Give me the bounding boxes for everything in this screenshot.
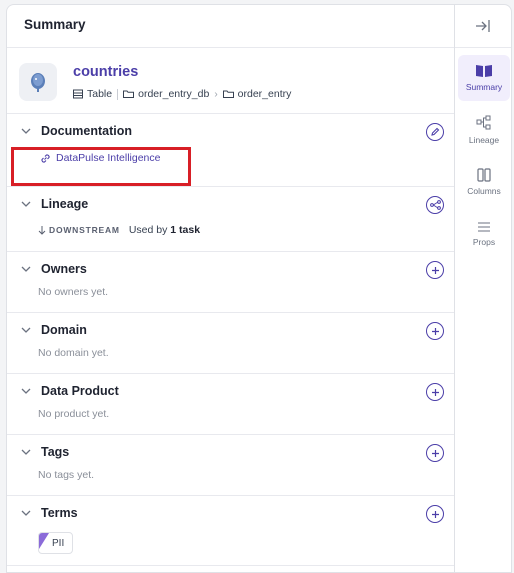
section-title: Documentation bbox=[41, 124, 132, 138]
chevron-down-icon bbox=[19, 506, 33, 520]
chevron-down-icon bbox=[19, 445, 33, 459]
panel-header: Summary bbox=[7, 5, 454, 48]
rail-label: Summary bbox=[465, 82, 503, 92]
chevron-down-icon bbox=[19, 384, 33, 398]
data-product-empty-text: No product yet. bbox=[38, 408, 110, 420]
domain-empty-text: No domain yet. bbox=[38, 347, 109, 359]
domain-toggle[interactable]: Domain bbox=[19, 323, 87, 337]
chevron-down-icon bbox=[19, 262, 33, 276]
path-database[interactable]: order_entry_db bbox=[123, 88, 209, 100]
entity-type-label: Table bbox=[87, 88, 113, 100]
lineage-toggle[interactable]: Lineage bbox=[19, 197, 88, 211]
used-by-count: 1 task bbox=[170, 224, 201, 236]
owners-empty-text: No owners yet. bbox=[38, 286, 109, 298]
data-product-toggle[interactable]: Data Product bbox=[19, 384, 119, 398]
columns-icon bbox=[477, 168, 491, 182]
path-database-label: order_entry_db bbox=[138, 88, 210, 100]
terms-section: Terms PII bbox=[7, 496, 454, 566]
term-color-marker bbox=[39, 533, 49, 549]
add-owner-button[interactable] bbox=[426, 261, 444, 279]
book-icon bbox=[476, 65, 492, 77]
direction-label: DOWNSTREAM bbox=[49, 225, 120, 235]
rail-tab-props[interactable]: Props bbox=[458, 211, 510, 257]
app-root: Summary countries Table order_entry_db ›… bbox=[0, 0, 514, 573]
collapse-right-icon bbox=[476, 20, 490, 32]
entity-type: Table bbox=[73, 88, 112, 100]
entity-name-link[interactable]: countries bbox=[73, 64, 138, 80]
add-domain-button[interactable] bbox=[426, 322, 444, 340]
rail-label: Props bbox=[472, 237, 496, 247]
rail-label: Columns bbox=[467, 186, 501, 196]
chevron-down-icon bbox=[19, 124, 33, 138]
section-title: Tags bbox=[41, 445, 70, 459]
pencil-icon bbox=[431, 127, 440, 136]
edit-documentation-button[interactable] bbox=[426, 123, 444, 141]
domain-section: Domain No domain yet. bbox=[7, 313, 454, 374]
view-lineage-button[interactable] bbox=[426, 196, 444, 214]
entity-header: countries Table order_entry_db › order_e… bbox=[7, 48, 454, 114]
lineage-section: Lineage DOWNSTREAM Used by 1 task bbox=[7, 187, 454, 252]
lineage-icon bbox=[429, 200, 441, 210]
used-by-text[interactable]: Used by 1 task bbox=[129, 224, 200, 236]
section-title: Owners bbox=[41, 262, 87, 276]
panel-title: Summary bbox=[24, 17, 86, 32]
path-schema[interactable]: order_entry bbox=[222, 88, 292, 100]
term-pill[interactable]: PII bbox=[38, 532, 73, 554]
rail-label: Lineage bbox=[468, 135, 500, 145]
tags-empty-text: No tags yet. bbox=[38, 469, 95, 481]
documentation-section: Documentation DataPulse Intelligence bbox=[7, 114, 454, 187]
rail-tab-summary[interactable]: Summary bbox=[458, 55, 510, 101]
chevron-down-icon bbox=[19, 197, 33, 211]
data-product-section: Data Product No product yet. bbox=[7, 374, 454, 435]
owners-section: Owners No owners yet. bbox=[7, 252, 454, 313]
plus-icon bbox=[431, 510, 439, 518]
entity-path: Table order_entry_db › order_entry bbox=[73, 88, 291, 100]
owners-toggle[interactable]: Owners bbox=[19, 262, 87, 276]
add-data-product-button[interactable] bbox=[426, 383, 444, 401]
folder-icon bbox=[123, 90, 135, 98]
documentation-link-text: DataPulse Intelligence bbox=[56, 152, 161, 164]
plus-icon bbox=[431, 388, 439, 396]
documentation-link[interactable]: DataPulse Intelligence bbox=[40, 152, 160, 164]
postgres-logo-icon bbox=[19, 63, 57, 101]
plus-icon bbox=[431, 449, 439, 457]
rail-tab-lineage[interactable]: Lineage bbox=[458, 107, 510, 153]
table-icon bbox=[73, 89, 83, 99]
rail-tab-columns[interactable]: Columns bbox=[458, 159, 510, 205]
plus-icon bbox=[431, 327, 439, 335]
lineage-summary: DOWNSTREAM Used by 1 task bbox=[38, 224, 200, 236]
side-nav-rail: Summary Lineage Columns Props bbox=[454, 4, 512, 573]
term-label: PII bbox=[52, 538, 65, 549]
section-title: Domain bbox=[41, 323, 87, 337]
link-icon bbox=[41, 153, 50, 163]
tags-section: Tags No tags yet. bbox=[7, 435, 454, 496]
collapse-panel-button[interactable] bbox=[455, 5, 511, 48]
add-term-button[interactable] bbox=[426, 505, 444, 523]
arrow-down-icon bbox=[38, 226, 46, 235]
documentation-toggle[interactable]: Documentation bbox=[19, 124, 132, 138]
divider bbox=[117, 88, 119, 100]
path-schema-label: order_entry bbox=[237, 88, 292, 100]
terms-toggle[interactable]: Terms bbox=[19, 506, 78, 520]
section-title: Lineage bbox=[41, 197, 89, 211]
section-title: Data Product bbox=[41, 384, 119, 398]
lineage-icon bbox=[476, 115, 491, 130]
folder-icon bbox=[222, 90, 234, 98]
plus-icon bbox=[431, 266, 439, 274]
chevron-down-icon bbox=[19, 323, 33, 337]
chevron-right-icon: › bbox=[214, 88, 218, 100]
used-by-prefix: Used by bbox=[128, 224, 168, 236]
tags-toggle[interactable]: Tags bbox=[19, 445, 69, 459]
section-title: Terms bbox=[41, 506, 78, 520]
add-tag-button[interactable] bbox=[426, 444, 444, 462]
list-icon bbox=[478, 222, 490, 232]
summary-panel: Summary countries Table order_entry_db ›… bbox=[6, 4, 454, 573]
